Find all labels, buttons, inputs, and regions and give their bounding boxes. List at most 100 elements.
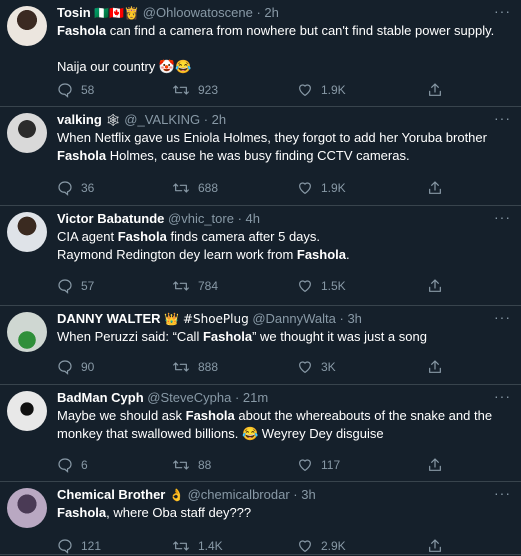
reply-count: 6 — [81, 458, 88, 472]
name-emoji: 👌 — [169, 488, 184, 502]
like-icon — [297, 180, 313, 196]
tweet-actions: 90 888 3K — [57, 359, 461, 377]
share-button[interactable] — [427, 180, 443, 196]
retweet-button[interactable]: 888 — [172, 359, 218, 375]
share-button[interactable] — [427, 82, 443, 98]
reply-icon — [57, 538, 73, 554]
handle[interactable]: @Ohloowatoscene — [143, 5, 253, 20]
share-icon — [427, 359, 443, 375]
like-count: 117 — [321, 458, 341, 472]
avatar[interactable] — [7, 391, 47, 431]
timestamp[interactable]: 2h — [264, 5, 278, 20]
tweet-actions: 58 923 1.9K — [57, 82, 461, 100]
reply-button[interactable]: 58 — [57, 82, 94, 98]
like-button[interactable]: 2.9K — [297, 538, 346, 554]
separator-dot: · — [289, 487, 302, 502]
like-icon — [297, 82, 313, 98]
avatar[interactable] — [7, 6, 47, 46]
reply-icon — [57, 457, 73, 473]
reply-count: 121 — [81, 539, 102, 553]
separator-dot: · — [231, 390, 243, 405]
retweet-button[interactable]: 1.4K — [172, 538, 223, 554]
reply-icon — [57, 180, 73, 196]
like-button[interactable]: 117 — [297, 457, 340, 473]
name-emoji: 👑 #ShoePlug — [164, 312, 249, 326]
like-button[interactable]: 3K — [297, 359, 336, 375]
avatar[interactable] — [7, 488, 47, 528]
display-name[interactable]: Tosin — [57, 5, 91, 20]
reply-button[interactable]: 36 — [57, 180, 94, 196]
display-name[interactable]: Chemical Brother — [57, 487, 165, 502]
reply-icon — [57, 359, 73, 375]
timestamp[interactable]: 2h — [212, 112, 226, 127]
separator-dot: · — [252, 5, 265, 20]
share-button[interactable] — [427, 278, 443, 294]
handle[interactable]: @SteveCypha — [147, 390, 231, 405]
share-button[interactable] — [427, 457, 443, 473]
share-button[interactable] — [427, 359, 443, 375]
timestamp[interactable]: 21m — [243, 390, 268, 405]
retweet-button[interactable]: 923 — [172, 82, 218, 98]
handle[interactable]: @DannyWalta — [252, 311, 336, 326]
reply-count: 57 — [81, 279, 95, 293]
timestamp[interactable]: 3h — [301, 487, 315, 502]
like-count: 2.9K — [321, 539, 346, 553]
like-count: 1.9K — [321, 83, 346, 97]
tweet-text: Fashola, where Oba staff dey??? — [57, 505, 252, 520]
reply-button[interactable]: 90 — [57, 359, 94, 375]
like-button[interactable]: 1.5K — [297, 278, 346, 294]
retweet-icon — [172, 278, 190, 294]
share-button[interactable] — [427, 538, 443, 554]
retweet-button[interactable]: 88 — [172, 457, 211, 473]
reply-count: 58 — [81, 83, 95, 97]
reply-count: 90 — [81, 360, 95, 374]
display-name[interactable]: DANNY WALTER — [57, 311, 161, 326]
retweet-count: 1.4K — [198, 539, 223, 553]
handle[interactable]: @vhic_tore — [168, 211, 234, 226]
retweet-count: 923 — [198, 83, 219, 97]
tweet-actions: 57 784 1.5K — [57, 278, 461, 296]
handle[interactable]: @chemicalbrodar — [188, 487, 290, 502]
like-icon — [297, 359, 313, 375]
reply-button[interactable]: 6 — [57, 457, 88, 473]
like-count: 1.5K — [321, 279, 346, 293]
like-button[interactable]: 1.9K — [297, 82, 346, 98]
like-count: 3K — [321, 360, 336, 374]
tweet-actions: 121 1.4K 2.9K — [57, 538, 461, 556]
timestamp[interactable]: 4h — [246, 211, 260, 226]
retweet-icon — [172, 359, 190, 375]
tweet-text: CIA agent Fashola finds camera after 5 d… — [57, 229, 350, 262]
tweet-text: Fashola can find a camera from nowhere b… — [57, 23, 495, 74]
timestamp[interactable]: 3h — [347, 311, 361, 326]
retweet-button[interactable]: 784 — [172, 278, 218, 294]
like-button[interactable]: 1.9K — [297, 180, 346, 196]
reply-button[interactable]: 57 — [57, 278, 94, 294]
name-emoji: 🕸 — [105, 113, 121, 127]
display-name[interactable]: Victor Babatunde — [57, 211, 164, 226]
avatar[interactable] — [7, 212, 47, 252]
like-icon — [297, 457, 313, 473]
display-name[interactable]: BadMan Cyph — [57, 390, 144, 405]
like-icon — [297, 538, 313, 554]
share-icon — [427, 457, 443, 473]
reply-button[interactable]: 121 — [57, 538, 101, 554]
retweet-icon — [172, 538, 190, 554]
share-icon — [427, 82, 443, 98]
like-count: 1.9K — [321, 181, 346, 195]
avatar[interactable] — [7, 113, 47, 153]
share-icon — [427, 278, 443, 294]
handle[interactable]: @_VALKING — [124, 112, 200, 127]
name-emoji: 🇳🇬🇨🇦👸 — [94, 6, 140, 20]
retweet-icon — [172, 180, 190, 196]
avatar[interactable] — [7, 312, 47, 352]
retweet-count: 888 — [198, 360, 219, 374]
retweet-count: 784 — [198, 279, 219, 293]
display-name[interactable]: valking — [57, 112, 102, 127]
tweet-actions: 36 688 1.9K — [57, 180, 461, 198]
tweet-text: When Peruzzi said: “Call Fashola” we tho… — [57, 329, 427, 344]
share-icon — [427, 538, 443, 554]
retweet-icon — [172, 82, 190, 98]
retweet-count: 88 — [198, 458, 212, 472]
separator-dot: · — [200, 112, 212, 127]
retweet-button[interactable]: 688 — [172, 180, 218, 196]
